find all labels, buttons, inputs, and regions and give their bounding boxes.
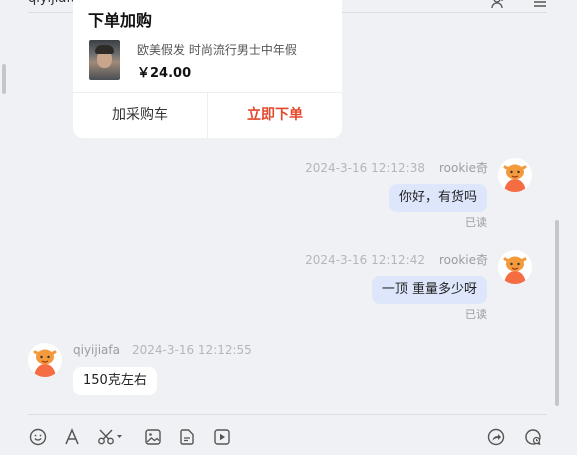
message-timestamp: 2024-3-16 12:12:42 — [305, 253, 425, 267]
video-icon[interactable] — [213, 428, 231, 446]
avatar[interactable] — [498, 158, 532, 192]
message-bubble[interactable]: 150克左右 — [73, 367, 157, 395]
quick-reply-icon[interactable] — [524, 428, 542, 446]
sidebar-scrollbar[interactable] — [2, 64, 6, 94]
read-status: 已读 — [465, 308, 487, 321]
chat-title: qiyijiafa — [28, 0, 79, 6]
message-bubble[interactable]: 一顶 重量多少呀 — [371, 276, 487, 304]
message-bubble[interactable]: 你好，有货吗 — [388, 184, 487, 212]
message-timestamp: 2024-3-16 12:12:38 — [305, 161, 425, 175]
product-image[interactable] — [89, 40, 120, 80]
read-status: 已读 — [465, 216, 487, 229]
sender-name: qiyijiafa — [73, 343, 120, 357]
add-user-icon[interactable] — [491, 0, 505, 9]
avatar[interactable] — [28, 343, 62, 377]
file-icon[interactable] — [178, 428, 196, 446]
sender-name: rookie奇 — [438, 253, 488, 267]
message-meta: qiyijiafa 2024-3-16 12:12:55 — [73, 343, 252, 357]
order-card-title: 下单加购 — [88, 11, 153, 30]
message-meta: 2024-3-16 12:12:38 rookie奇 — [305, 159, 488, 176]
forward-icon[interactable] — [487, 428, 505, 446]
add-to-cart-button[interactable]: 加采购车 — [73, 93, 207, 138]
composer-divider — [28, 414, 547, 415]
product-price: ￥24.00 — [137, 66, 192, 81]
menu-icon[interactable] — [533, 0, 547, 8]
avatar[interactable] — [498, 250, 532, 284]
image-icon[interactable] — [144, 428, 162, 446]
emoji-icon[interactable] — [29, 428, 47, 446]
message-timestamp: 2024-3-16 12:12:55 — [132, 343, 252, 357]
chat-scrollbar[interactable] — [555, 220, 559, 406]
message-meta: 2024-3-16 12:12:42 rookie奇 — [305, 251, 488, 268]
order-card: 下单加购 欧美假发 时尚流行男士中年假 ￥24.00 加采购车 立即下单 — [73, 0, 342, 138]
product-name[interactable]: 欧美假发 时尚流行男士中年假 — [137, 41, 297, 58]
sender-name: rookie奇 — [438, 161, 488, 175]
scissors-icon[interactable] — [97, 428, 125, 446]
font-icon[interactable] — [63, 428, 81, 446]
buy-now-button[interactable]: 立即下单 — [208, 93, 342, 138]
